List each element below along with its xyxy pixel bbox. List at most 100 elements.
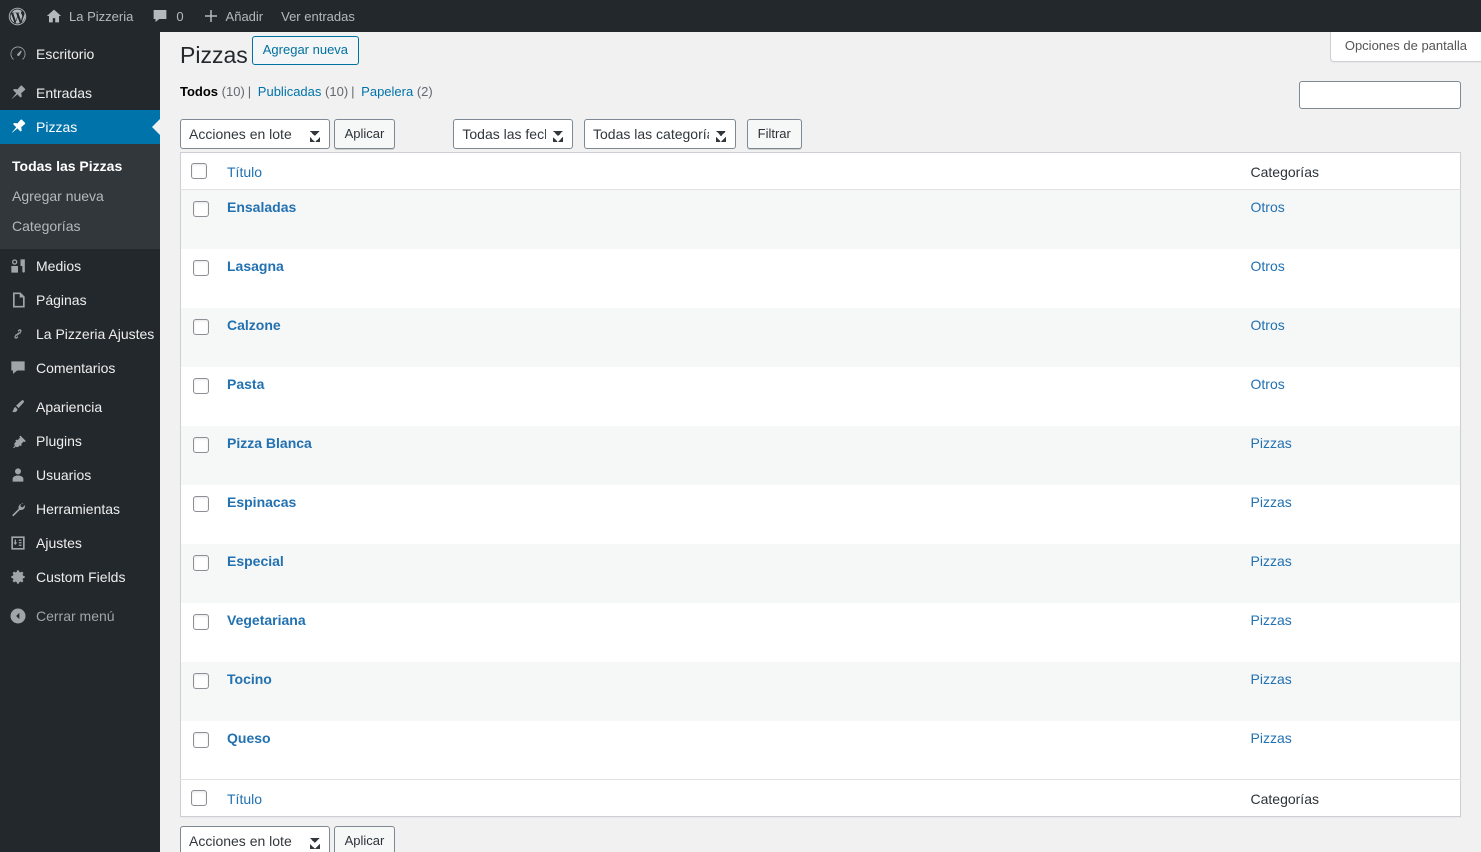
admin-sidebar-menu: Escritorio Entradas Pizzas Todas las Piz…: [0, 32, 160, 852]
sidebar-item-entradas[interactable]: Entradas: [0, 76, 160, 110]
bulk-apply-button-top[interactable]: Aplicar: [333, 119, 396, 149]
site-name-menu[interactable]: La Pizzeria: [36, 0, 142, 32]
row-select-cell: [181, 485, 218, 544]
bulk-action-select-bottom[interactable]: Acciones en lote Editar Mover a la papel…: [180, 826, 330, 852]
sidebar-item-apariencia[interactable]: Apariencia: [0, 390, 160, 424]
row-select-cell: [181, 308, 218, 367]
row-title-cell: Tocino: [217, 662, 1241, 721]
add-new-button[interactable]: Agregar nueva: [251, 35, 360, 65]
column-header-title: Título: [217, 152, 1241, 190]
sidebar-item-label: Medios: [36, 258, 82, 274]
filter-separator: |: [247, 84, 252, 99]
screen-options-tab[interactable]: Opciones de pantalla: [1329, 32, 1481, 62]
sidebar-item-plugins[interactable]: Plugins: [0, 424, 160, 458]
submenu-item-categorias[interactable]: Categorías: [0, 211, 160, 241]
filter-separator: |: [351, 84, 355, 99]
row-checkbox[interactable]: [192, 613, 209, 630]
sidebar-item-label: Apariencia: [36, 399, 103, 415]
row-title-cell: Especial: [217, 544, 1241, 603]
table-head: Título Categorías: [180, 152, 1461, 190]
row-category-link[interactable]: Pizzas: [1251, 494, 1292, 510]
row-category-link[interactable]: Otros: [1251, 258, 1285, 274]
bulk-apply-button-bottom[interactable]: Aplicar: [333, 826, 396, 852]
row-title-cell: Queso: [217, 721, 1241, 780]
new-content-menu[interactable]: Añadir: [193, 0, 273, 32]
sort-by-title-link-bottom[interactable]: Título: [227, 791, 262, 807]
submenu-item-agregar-nueva[interactable]: Agregar nueva: [0, 181, 160, 211]
submenu-item-todas-las-pizzas[interactable]: Todas las Pizzas: [0, 151, 160, 181]
row-title-link[interactable]: Queso: [227, 730, 271, 746]
wordpress-logo-menu[interactable]: [0, 0, 36, 32]
plug-icon: [0, 431, 36, 451]
row-category-link[interactable]: Otros: [1251, 317, 1285, 333]
comments-menu[interactable]: 0: [142, 0, 192, 32]
row-title-link[interactable]: Lasagna: [227, 258, 284, 274]
row-title-link[interactable]: Calzone: [227, 317, 281, 333]
tablenav-bottom: Acciones en lote Editar Mover a la papel…: [180, 826, 1461, 852]
bulk-actions-bottom: Acciones en lote Editar Mover a la papel…: [180, 826, 396, 852]
row-category-link[interactable]: Pizzas: [1251, 553, 1292, 569]
sidebar-item-usuarios[interactable]: Usuarios: [0, 458, 160, 492]
date-filter-select[interactable]: Todas las fechas: [453, 119, 574, 149]
sidebar-item-custom-fields[interactable]: Custom Fields: [0, 560, 160, 594]
collapse-menu-button[interactable]: Cerrar menú: [0, 599, 160, 633]
row-select-cell: [181, 249, 218, 308]
column-footer-categories: Categorías: [1240, 779, 1461, 817]
row-title-link[interactable]: Espinacas: [227, 494, 296, 510]
sidebar-item-ajustes[interactable]: Ajustes: [0, 526, 160, 560]
row-category-link[interactable]: Pizzas: [1251, 671, 1292, 687]
sidebar-item-paginas[interactable]: Páginas: [0, 283, 160, 317]
row-checkbox[interactable]: [192, 495, 209, 512]
search-box: [1299, 81, 1461, 109]
row-category-link[interactable]: Pizzas: [1251, 435, 1292, 451]
row-title-link[interactable]: Pasta: [227, 376, 264, 392]
row-title-link[interactable]: Vegetariana: [227, 612, 306, 628]
row-category-link[interactable]: Otros: [1251, 199, 1285, 215]
filter-publicadas: Publicadas (10) |: [258, 84, 358, 99]
view-posts-menu[interactable]: Ver entradas: [272, 0, 364, 32]
sidebar-item-medios[interactable]: Medios: [0, 249, 160, 283]
row-title-link[interactable]: Ensaladas: [227, 199, 296, 215]
row-category-link[interactable]: Pizzas: [1251, 612, 1292, 628]
row-category-link[interactable]: Pizzas: [1251, 730, 1292, 746]
filter-todos-link[interactable]: Todos: [180, 84, 218, 99]
row-title-link[interactable]: Pizza Blanca: [227, 435, 312, 451]
table-row: Pizza Blanca Pizzas: [180, 425, 1461, 485]
row-checkbox[interactable]: [192, 554, 209, 571]
row-title-cell: Pasta: [217, 367, 1241, 426]
dashboard-gauge-icon: [0, 44, 36, 64]
category-filter-select[interactable]: Todas las categorías Otros Pizzas: [584, 119, 736, 149]
post-status-filters: Todos (10) | Publicadas (10) | Papelera (2…: [180, 82, 433, 102]
row-checkbox[interactable]: [192, 201, 209, 218]
filter-button[interactable]: Filtrar: [746, 119, 802, 149]
sidebar-item-comentarios[interactable]: Comentarios: [0, 351, 160, 385]
filter-todos: Todos (10) |: [180, 84, 254, 99]
select-all-checkbox-top[interactable]: [191, 163, 207, 179]
search-input[interactable]: [1299, 81, 1461, 109]
filter-publicadas-link[interactable]: Publicadas: [258, 84, 322, 99]
comment-bubble-icon: [153, 10, 167, 22]
sidebar-item-la-pizzeria-ajustes[interactable]: La Pizzeria Ajustes: [0, 317, 160, 351]
sidebar-item-escritorio[interactable]: Escritorio: [0, 37, 160, 71]
select-all-checkbox-bottom[interactable]: [191, 790, 207, 807]
row-checkbox[interactable]: [192, 318, 209, 335]
column-footer-title: Título: [217, 779, 1241, 817]
filter-papelera-link[interactable]: Papelera: [361, 84, 413, 99]
row-select-cell: [181, 662, 218, 721]
sort-by-title-link[interactable]: Título: [227, 164, 262, 180]
sidebar-item-pizzas[interactable]: Pizzas: [0, 110, 160, 144]
row-checkbox[interactable]: [192, 259, 209, 276]
row-category-link[interactable]: Otros: [1251, 376, 1285, 392]
row-title-link[interactable]: Especial: [227, 553, 284, 569]
row-checkbox[interactable]: [192, 672, 209, 689]
row-checkbox[interactable]: [192, 377, 209, 394]
table-row: Pasta Otros: [181, 367, 1461, 426]
sidebar-item-label: Entradas: [36, 85, 93, 101]
row-title-link[interactable]: Tocino: [227, 671, 272, 687]
pin-icon: [0, 117, 36, 137]
bulk-action-select-top[interactable]: Acciones en lote Editar Mover a la papel…: [180, 119, 330, 149]
comment-bubble-icon: [0, 358, 36, 378]
row-checkbox[interactable]: [192, 436, 209, 453]
row-checkbox[interactable]: [192, 731, 209, 748]
sidebar-item-herramientas[interactable]: Herramientas: [0, 492, 160, 526]
